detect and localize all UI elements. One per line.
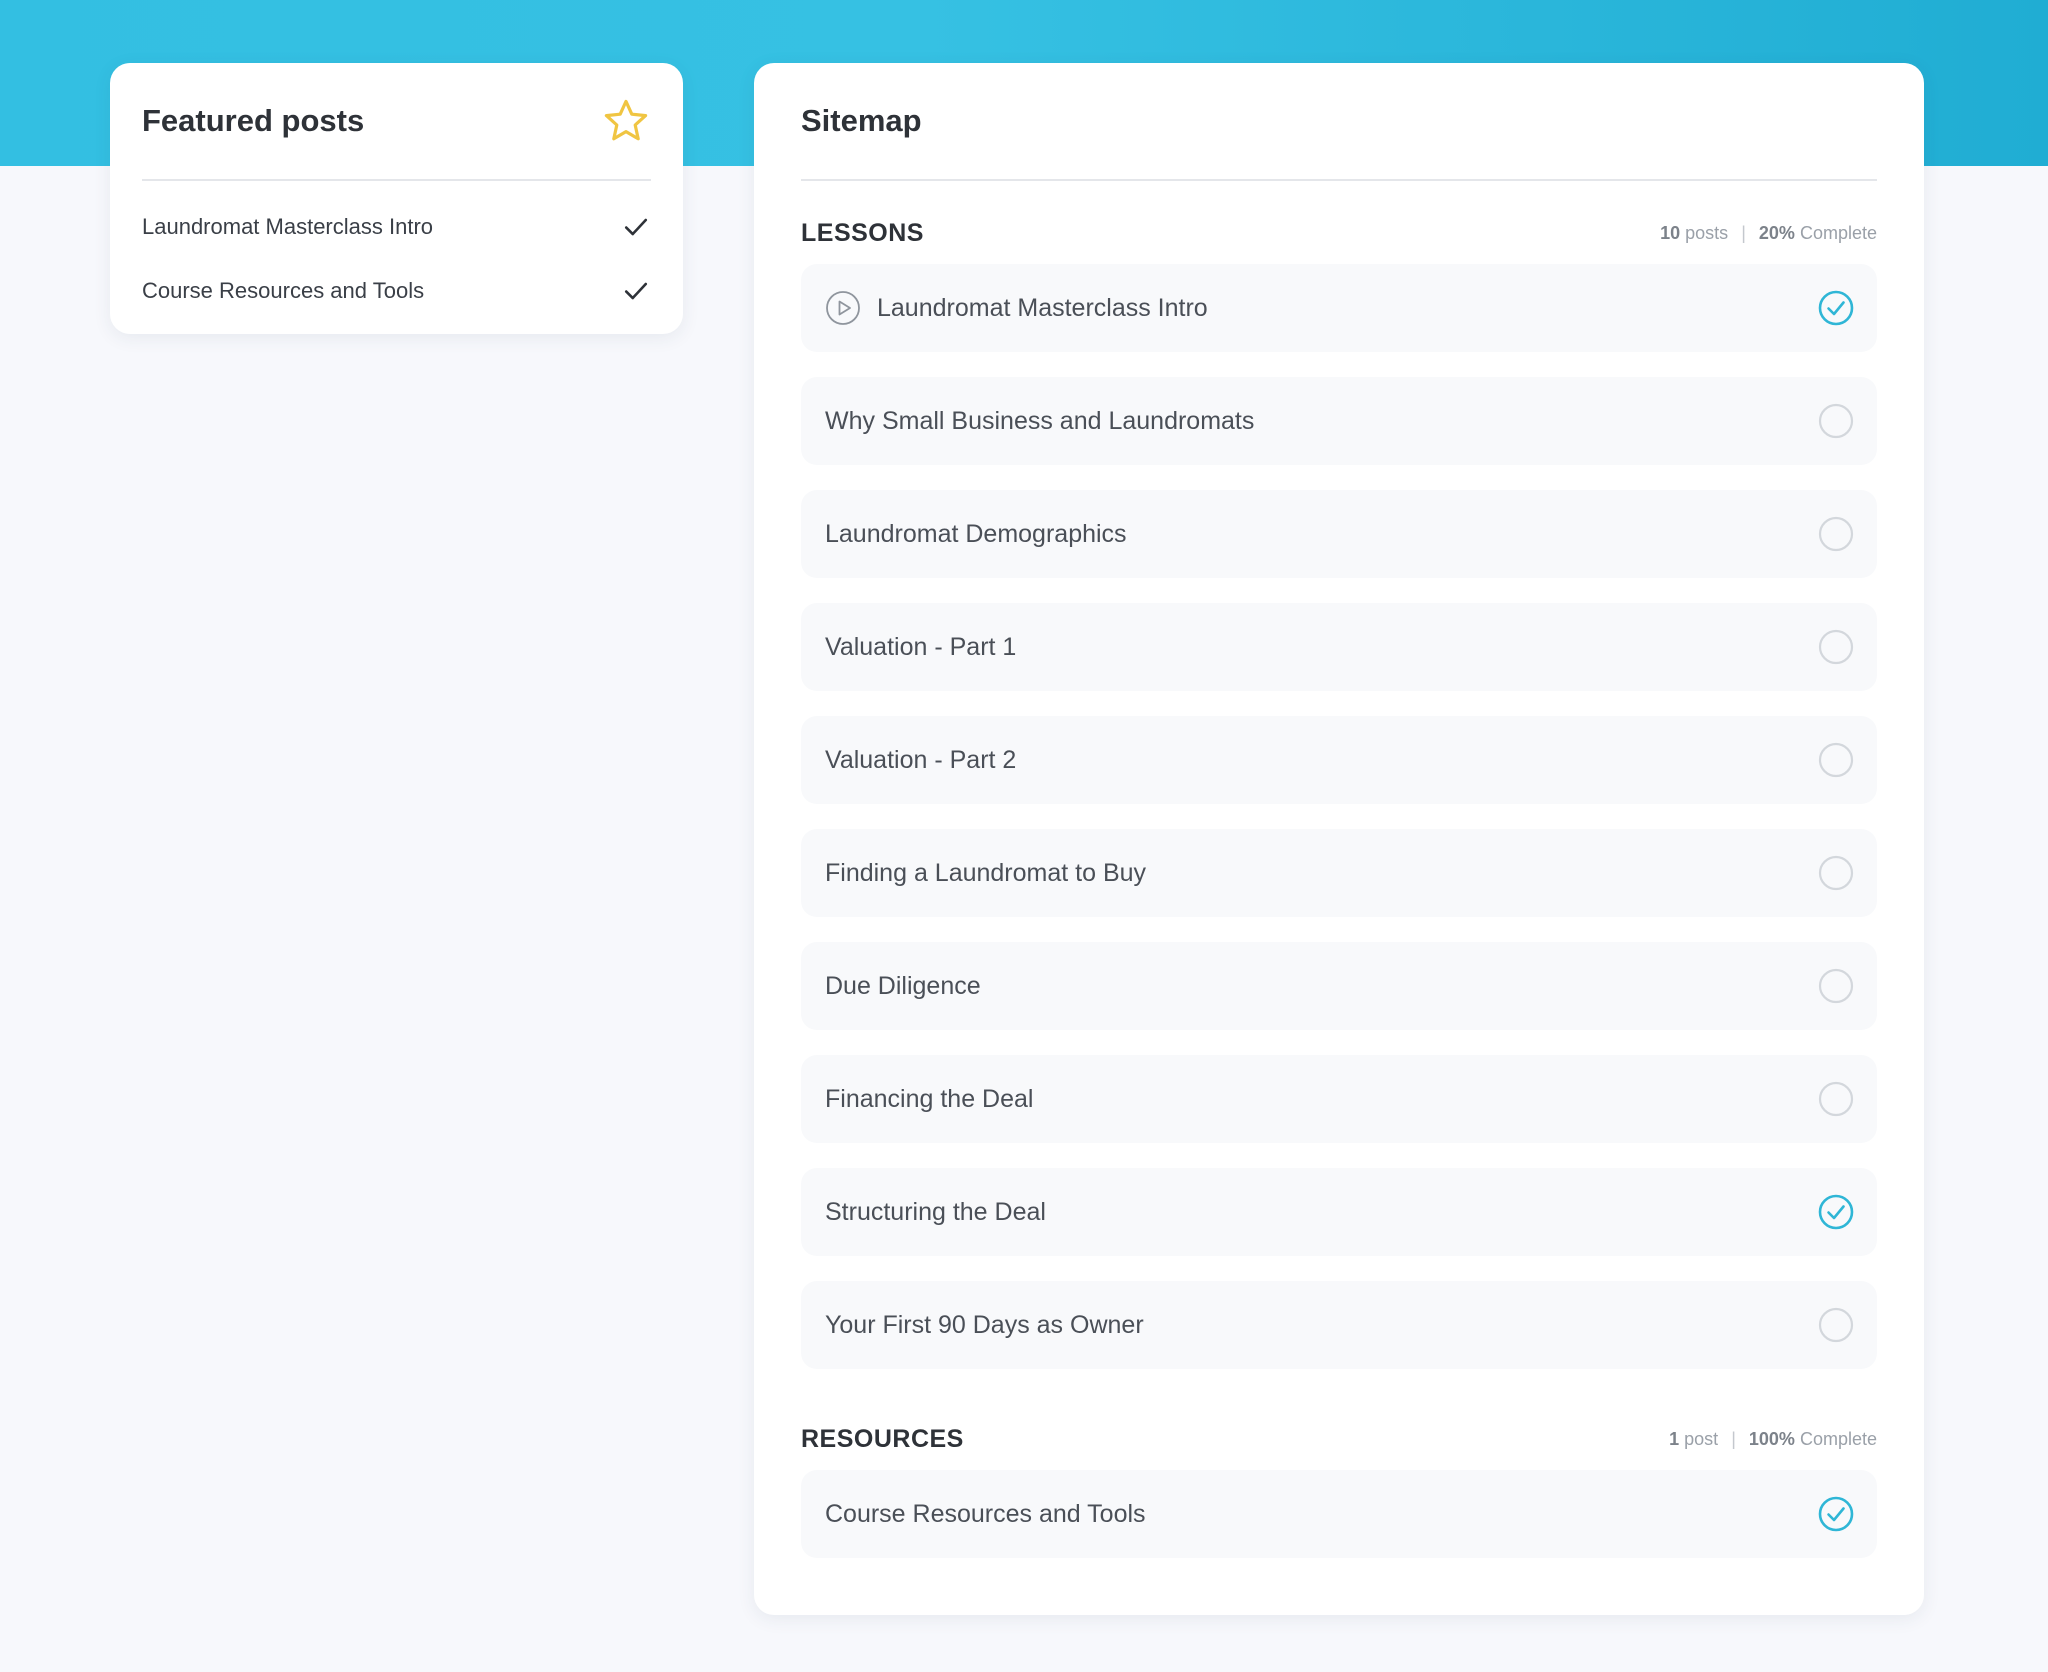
lesson-label[interactable]: Your First 90 Days as Owner (825, 1311, 1144, 1340)
check-circle-icon[interactable] (1817, 289, 1855, 327)
lesson-item[interactable]: Financing the Deal (801, 1055, 1877, 1143)
post-count: 1 (1669, 1428, 1680, 1449)
lesson-item[interactable]: Laundromat Masterclass Intro (801, 264, 1877, 352)
lessons-list: Laundromat Masterclass Intro Why Small B… (801, 264, 1877, 1369)
empty-circle-icon[interactable] (1817, 1306, 1855, 1344)
empty-circle-icon[interactable] (1817, 628, 1855, 666)
section-progress-meta: 10 posts | 20% Complete (1660, 223, 1877, 244)
featured-post-item[interactable]: Laundromat Masterclass Intro (142, 195, 651, 259)
play-circle-icon (825, 290, 861, 326)
lesson-label[interactable]: Valuation - Part 1 (825, 633, 1016, 662)
lesson-item[interactable]: Your First 90 Days as Owner (801, 1281, 1877, 1369)
lesson-left: Your First 90 Days as Owner (825, 1311, 1144, 1340)
lessons-section-header: LESSONS 10 posts | 20% Complete (801, 213, 1877, 253)
post-word: posts (1685, 222, 1729, 243)
lesson-left: Valuation - Part 2 (825, 746, 1016, 775)
empty-circle-icon[interactable] (1817, 1080, 1855, 1118)
sitemap-title: Sitemap (801, 103, 922, 138)
lesson-left: Structuring the Deal (825, 1198, 1046, 1227)
check-icon (621, 276, 651, 306)
resource-label[interactable]: Course Resources and Tools (825, 1500, 1146, 1529)
meta-separator: | (1741, 222, 1746, 243)
percent-complete: 20% (1758, 222, 1795, 243)
featured-posts-list: Laundromat Masterclass Intro Course Reso… (142, 181, 651, 323)
star-icon[interactable] (601, 96, 651, 146)
featured-posts-title: Featured posts (142, 103, 365, 138)
lesson-label[interactable]: Structuring the Deal (825, 1198, 1046, 1227)
section-progress-meta: 1 post | 100% Complete (1669, 1429, 1877, 1450)
lesson-left: Valuation - Part 1 (825, 633, 1016, 662)
lesson-left: Course Resources and Tools (825, 1500, 1146, 1529)
lesson-label[interactable]: Why Small Business and Laundromats (825, 407, 1254, 436)
lesson-item[interactable]: Valuation - Part 1 (801, 603, 1877, 691)
lesson-label[interactable]: Laundromat Demographics (825, 520, 1127, 549)
check-circle-icon[interactable] (1817, 1193, 1855, 1231)
sitemap-card: Sitemap LESSONS 10 posts | 20% Complete … (754, 63, 1924, 1615)
resources-section-header: RESOURCES 1 post | 100% Complete (801, 1419, 1877, 1459)
resources-list: Course Resources and Tools (801, 1470, 1877, 1558)
featured-post-label[interactable]: Laundromat Masterclass Intro (142, 214, 433, 240)
lesson-label[interactable]: Due Diligence (825, 972, 981, 1001)
lesson-left: Finding a Laundromat to Buy (825, 859, 1146, 888)
lesson-item[interactable]: Structuring the Deal (801, 1168, 1877, 1256)
lesson-item[interactable]: Laundromat Demographics (801, 490, 1877, 578)
complete-word: Complete (1799, 222, 1877, 243)
post-word: post (1684, 1428, 1719, 1449)
lesson-item[interactable]: Valuation - Part 2 (801, 716, 1877, 804)
sitemap-header: Sitemap (801, 63, 1877, 181)
featured-posts-header: Featured posts (142, 63, 651, 181)
empty-circle-icon[interactable] (1817, 515, 1855, 553)
meta-separator: | (1731, 1428, 1736, 1449)
lesson-left: Financing the Deal (825, 1085, 1033, 1114)
check-icon (621, 212, 651, 242)
lesson-label[interactable]: Finding a Laundromat to Buy (825, 859, 1146, 888)
percent-complete: 100% (1748, 1428, 1795, 1449)
empty-circle-icon[interactable] (1817, 741, 1855, 779)
lesson-item[interactable]: Due Diligence (801, 942, 1877, 1030)
lesson-label[interactable]: Financing the Deal (825, 1085, 1033, 1114)
lesson-left: Laundromat Demographics (825, 520, 1127, 549)
section-title: LESSONS (801, 218, 924, 247)
featured-post-label[interactable]: Course Resources and Tools (142, 278, 424, 304)
post-count: 10 (1660, 222, 1681, 243)
lesson-left: Why Small Business and Laundromats (825, 407, 1254, 436)
complete-word: Complete (1799, 1428, 1877, 1449)
featured-posts-card: Featured posts Laundromat Masterclass In… (110, 63, 683, 334)
lesson-left: Due Diligence (825, 972, 981, 1001)
empty-circle-icon[interactable] (1817, 402, 1855, 440)
resource-item[interactable]: Course Resources and Tools (801, 1470, 1877, 1558)
lesson-label[interactable]: Laundromat Masterclass Intro (877, 294, 1208, 323)
empty-circle-icon[interactable] (1817, 854, 1855, 892)
section-title: RESOURCES (801, 1424, 964, 1453)
lesson-label[interactable]: Valuation - Part 2 (825, 746, 1016, 775)
empty-circle-icon[interactable] (1817, 967, 1855, 1005)
lesson-item[interactable]: Finding a Laundromat to Buy (801, 829, 1877, 917)
check-circle-icon[interactable] (1817, 1495, 1855, 1533)
lesson-left: Laundromat Masterclass Intro (825, 290, 1208, 326)
featured-post-item[interactable]: Course Resources and Tools (142, 259, 651, 323)
lesson-item[interactable]: Why Small Business and Laundromats (801, 377, 1877, 465)
